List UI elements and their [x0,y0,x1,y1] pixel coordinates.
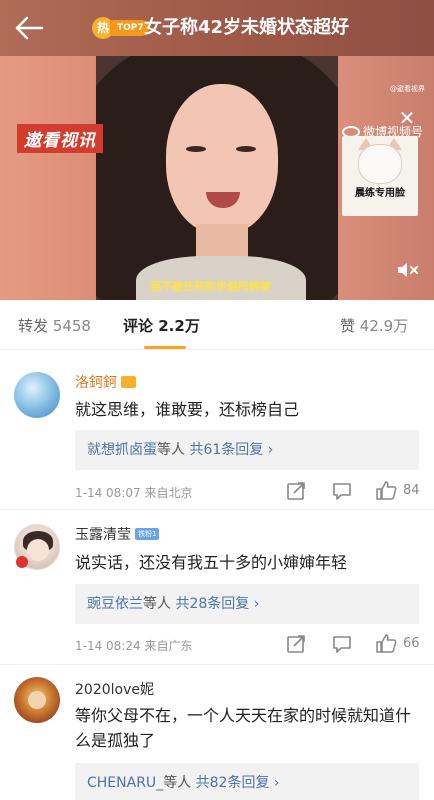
comment-meta: 1-14 08:24 来自广东 [75,639,193,653]
fan-badge: 铁粉1 [135,528,160,540]
watermark-handle: @遨看视界 [390,85,425,93]
comment-username[interactable]: 洛鈳鈳 [75,372,136,392]
thumbs-up-icon[interactable] [375,632,397,654]
reply-summary[interactable]: CHENARU_等人 共82条回复 › [75,763,419,800]
share-icon[interactable] [285,480,307,502]
tab-comments[interactable]: 评论 2.2万 [123,315,200,336]
avatar[interactable] [14,677,60,723]
reply-summary[interactable]: 豌豆依兰等人 共28条回复 › [75,584,419,624]
hot-rank-label: TOP7 [110,20,149,36]
share-icon[interactable] [285,633,307,655]
tab-likes[interactable]: 赞 42.9万 [340,315,408,336]
mute-icon[interactable] [396,260,420,280]
video-player[interactable]: 遨看视讯 微博视频号 @遨看视界 ✕ 晨练专用脸 我不被任何的世俗所绑架 [0,56,434,300]
comment-icon[interactable] [331,480,353,502]
comment-icon[interactable] [331,633,353,655]
vip-dot-icon [16,556,28,568]
close-icon[interactable]: ✕ [398,108,416,128]
thumbs-up-icon[interactable] [375,479,397,501]
comment-username[interactable]: 玉露清莹 铁粉1 [75,524,160,544]
person-face [166,84,278,234]
cat-sticker: 晨练专用脸 [342,136,418,216]
sticker-caption: 晨练专用脸 [355,188,405,199]
comment-text: 就这思维，谁敢要，还标榜自己 [75,400,300,419]
back-arrow-icon[interactable] [14,14,44,42]
like-count: 84 [403,483,420,498]
video-frame [96,56,338,300]
like-count: 66 [403,636,420,651]
avatar[interactable] [14,372,60,418]
hot-rank-badge: 热 TOP7 [92,17,149,39]
comment-text: 说实话，还没有我五十多的小婶婶年轻 [75,553,348,572]
page-title: 女子称42岁未婚状态超好 [144,17,350,38]
channel-logo-left: 遨看视讯 [17,124,103,153]
reply-summary[interactable]: 就想抓卤蛋等人 共61条回复 › [75,430,419,470]
comment-meta: 1-14 08:07 来自北京 [75,486,193,500]
cat-image [358,144,402,184]
active-tab-indicator [144,346,186,349]
tab-reposts[interactable]: 转发 5458 [18,315,91,336]
video-subtitle: 我不被任何的世俗所绑架 [150,280,271,293]
interaction-tabs: 转发 5458 评论 2.2万 赞 42.9万 [0,300,434,350]
comment-username[interactable]: 2020love妮 [75,679,154,699]
comment-text: 等你父母不在，一个人天天在家的时候就知道什么是孤独了 [75,706,412,750]
vip-crown-icon [121,376,136,388]
top-bar: 热 TOP7 女子称42岁未婚状态超好 [0,0,434,56]
